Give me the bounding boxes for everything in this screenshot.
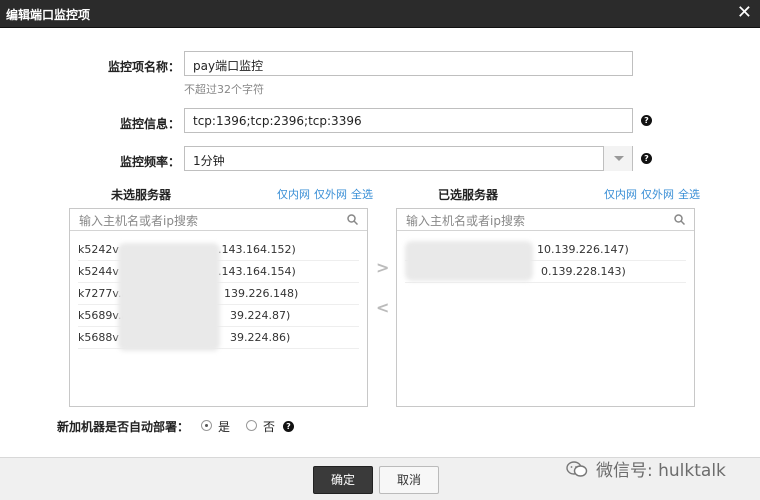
select-all-link[interactable]: 全选 [351, 188, 373, 201]
name-input[interactable]: pay端口监控 [184, 51, 633, 76]
unselected-title: 未选服务器 [111, 188, 172, 202]
freq-select[interactable]: 1分钟 [184, 146, 633, 171]
wechat-icon [566, 461, 588, 477]
auto-deploy-yes-radio[interactable] [201, 420, 212, 431]
redaction-blur [405, 241, 533, 281]
select-all-link[interactable]: 全选 [678, 188, 700, 201]
filter-extranet-link[interactable]: 仅外网 [641, 188, 674, 201]
auto-deploy-no-radio[interactable] [246, 420, 257, 431]
cancel-button[interactable]: 取消 [379, 466, 439, 494]
dialog-title: 编辑端口监控项 [6, 8, 91, 22]
info-input[interactable]: tcp:1396;tcp:2396;tcp:3396 [184, 108, 633, 133]
auto-deploy-yes-label[interactable]: 是 [218, 418, 230, 435]
help-icon[interactable]: ? [283, 421, 294, 432]
selected-title: 已选服务器 [438, 188, 499, 202]
right-search-input[interactable]: 输入主机名或者ip搜索 [397, 209, 694, 231]
name-label: 监控项名称： [108, 60, 181, 74]
left-filter-links: 仅内网 仅外网 全选 [273, 186, 373, 202]
help-icon[interactable]: ? [641, 153, 652, 164]
freq-label: 监控频率： [120, 155, 181, 169]
dialog-titlebar: 编辑端口监控项 ✕ [0, 0, 760, 28]
confirm-button[interactable]: 确定 [313, 466, 373, 494]
left-search-input[interactable]: 输入主机名或者ip搜索 [70, 209, 367, 231]
unselected-server-list[interactable]: 输入主机名或者ip搜索 k5242v .143.164.152) k5244v .1… [69, 208, 368, 407]
help-icon[interactable]: ? [641, 115, 652, 126]
search-icon[interactable] [347, 214, 358, 225]
add-server-button[interactable]: > [376, 258, 389, 277]
search-icon[interactable] [674, 214, 685, 225]
name-hint: 不超过32个字符 [184, 83, 264, 96]
filter-extranet-link[interactable]: 仅外网 [314, 188, 347, 201]
chevron-down-icon[interactable] [603, 146, 632, 171]
selected-server-list[interactable]: 输入主机名或者ip搜索 10.139.226.147) 0.139.228.14… [396, 208, 695, 407]
watermark-text: 微信号: hulktalk [596, 461, 726, 481]
remove-server-button[interactable]: < [376, 298, 389, 317]
auto-deploy-no-label[interactable]: 否 [263, 418, 275, 435]
filter-intranet-link[interactable]: 仅内网 [277, 188, 310, 201]
right-filter-links: 仅内网 仅外网 全选 [600, 186, 700, 202]
auto-deploy-label: 新加机器是否自动部署： [57, 420, 190, 434]
close-icon[interactable]: ✕ [737, 2, 752, 24]
redaction-blur [118, 243, 220, 351]
info-label: 监控信息： [120, 117, 181, 131]
filter-intranet-link[interactable]: 仅内网 [604, 188, 637, 201]
